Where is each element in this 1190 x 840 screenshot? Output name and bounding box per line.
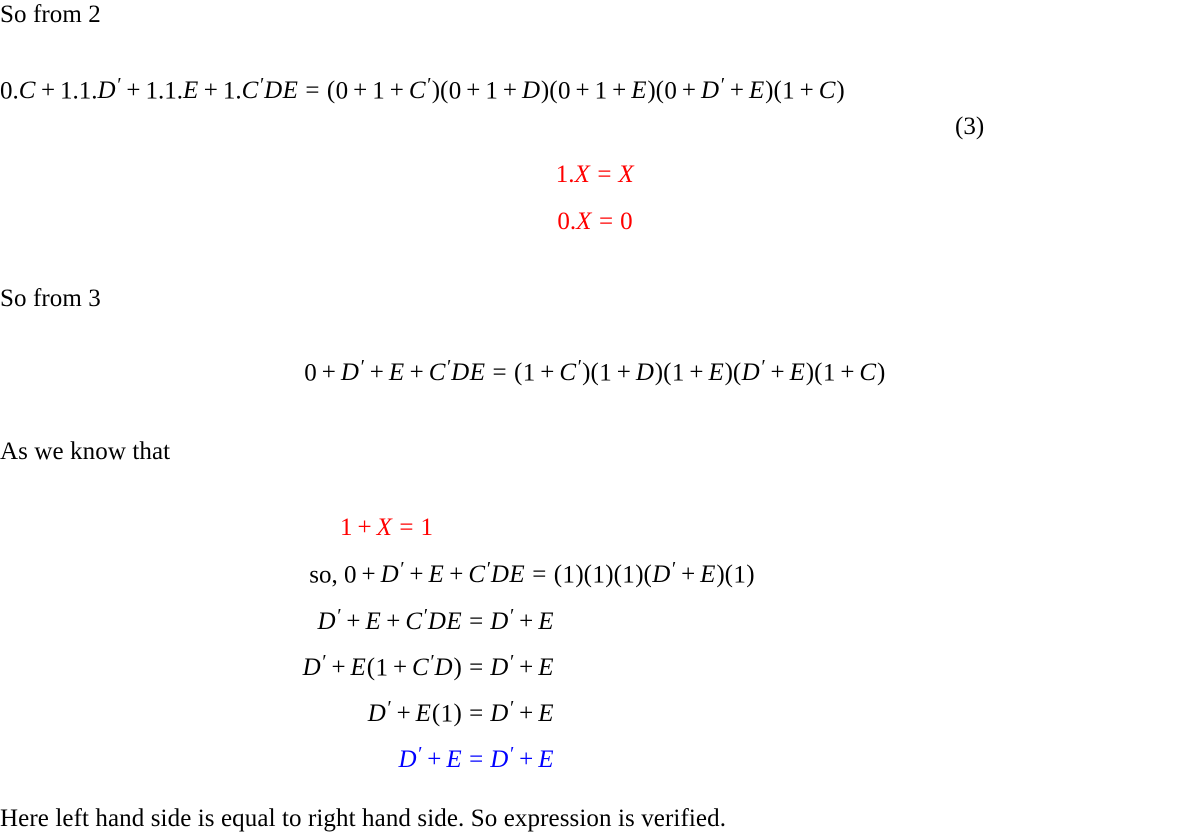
derivation-step-1: so, 0 + D′ + E + C′DE = (1)(1)(1)(D′ + E)(1) bbox=[309, 559, 755, 589]
text-so-from-2: So from 2 bbox=[0, 1, 101, 28]
text-as-we-know-that: As we know that bbox=[0, 438, 171, 465]
derivation-step-2: D′ + E + C′DE = D′ + E bbox=[317, 606, 554, 636]
equation-number-3: (3) bbox=[955, 113, 985, 140]
identity-zero-times-x: 0.X = 0 bbox=[557, 208, 633, 235]
identity-one-plus-x: 1 + X = 1 bbox=[340, 514, 433, 541]
equation-3-expansion: 0.C +1.1.D′ +1.1.E +1.C′DE = (0 +1 + C′)(0 +1 + D)(… bbox=[0, 75, 845, 105]
derivation-chain: so, 0 + D′ + E + C′DE = (1)(1)(1)(D′ + E)(1) D′ + E +… bbox=[0, 560, 755, 791]
identity-one-times-x: 1.X = X bbox=[555, 161, 634, 188]
text-so-from-3: So from 3 bbox=[0, 285, 101, 312]
derivation-step-4: D′ + E(1) = D′ + E bbox=[367, 698, 554, 728]
derivation-step-5-final: D′ + E = D′ + E bbox=[398, 744, 554, 774]
equation-3-reduced: 0 + D′ + E + C′DE = (1 + C′)(1 + D)(1 + E)(D′ + E)(1 + C) bbox=[304, 357, 886, 387]
text-conclusion: Here left hand side is equal to right ha… bbox=[0, 805, 727, 832]
derivation-step-3: D′ + E(1 + C′D) = D′ + E bbox=[302, 652, 554, 682]
